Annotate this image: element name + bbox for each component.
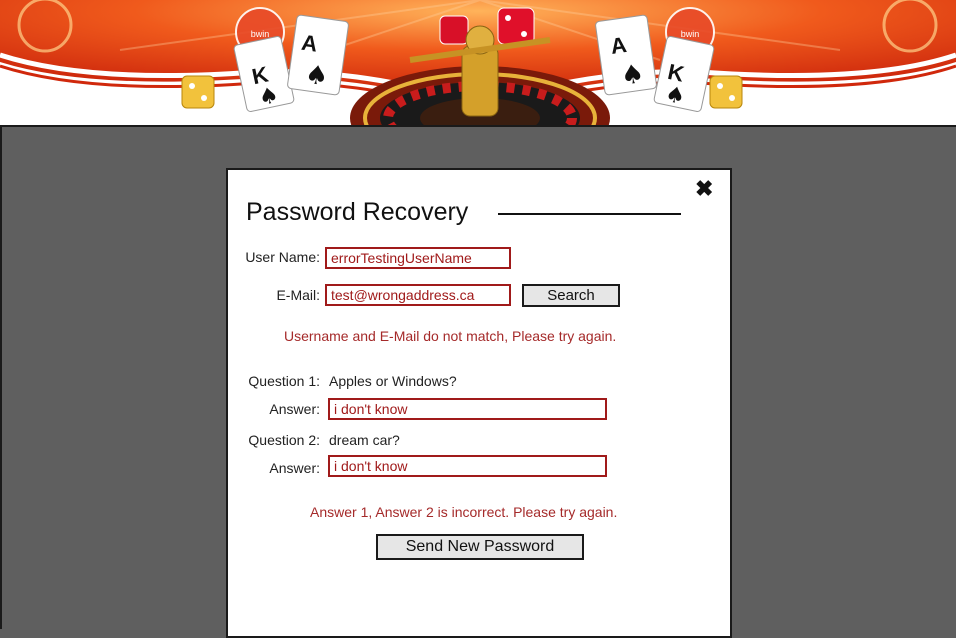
email-input[interactable] bbox=[325, 284, 511, 306]
answer2-label: Answer: bbox=[269, 460, 320, 476]
svg-text:♠: ♠ bbox=[619, 59, 646, 92]
answer1-input[interactable] bbox=[328, 398, 607, 420]
playing-card-ace-left: A ♠ bbox=[287, 14, 349, 96]
question2-text: dream car? bbox=[329, 432, 400, 448]
email-label: E-Mail: bbox=[276, 287, 320, 303]
question2-label: Question 2: bbox=[248, 432, 320, 448]
search-button[interactable]: Search bbox=[522, 284, 620, 307]
answer1-label: Answer: bbox=[269, 401, 320, 417]
bwin-mark-right: bwin bbox=[681, 29, 700, 39]
dialog-title: Password Recovery bbox=[246, 198, 469, 226]
send-new-password-button[interactable]: Send New Password bbox=[376, 534, 584, 560]
question1-text: Apples or Windows? bbox=[329, 373, 457, 389]
close-icon[interactable]: ✖ bbox=[695, 178, 713, 200]
username-email-mismatch-error: Username and E-Mail do not match, Please… bbox=[284, 328, 617, 344]
playing-card-ace-right: A ♠ bbox=[595, 14, 657, 96]
casino-banner-artwork: bwin bwin K ♠ A ♠ A ♠ K ♠ bbox=[0, 0, 956, 125]
bwin-mark-left: bwin bbox=[251, 29, 270, 39]
overlay-left-edge bbox=[0, 125, 2, 629]
username-label: User Name: bbox=[245, 249, 320, 265]
username-input[interactable] bbox=[325, 247, 511, 269]
answer2-input[interactable] bbox=[328, 455, 607, 477]
casino-header-banner: bwin bwin K ♠ A ♠ A ♠ K ♠ bbox=[0, 0, 956, 125]
title-underline-divider bbox=[498, 213, 681, 215]
question1-label: Question 1: bbox=[248, 373, 320, 389]
svg-text:♠: ♠ bbox=[303, 60, 330, 93]
password-recovery-dialog: ✖ Password Recovery User Name: E-Mail: S… bbox=[226, 168, 732, 638]
answer-incorrect-error: Answer 1, Answer 2 is incorrect. Please … bbox=[310, 504, 618, 520]
